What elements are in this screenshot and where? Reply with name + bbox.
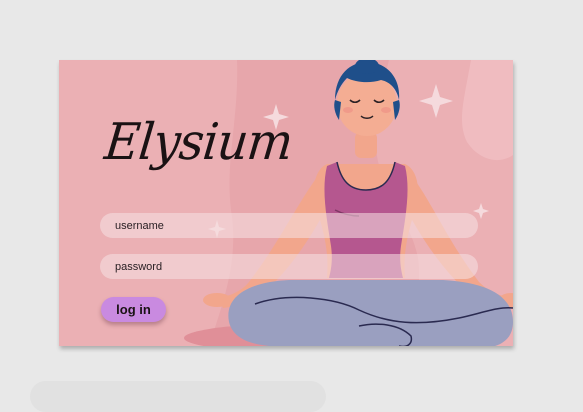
- background-bar: [30, 381, 326, 412]
- username-field[interactable]: [100, 213, 478, 238]
- login-button[interactable]: log in: [101, 297, 166, 322]
- app-logo: Elysium: [101, 112, 296, 172]
- login-card: Elysium log in: [59, 60, 513, 346]
- password-field[interactable]: [100, 254, 478, 279]
